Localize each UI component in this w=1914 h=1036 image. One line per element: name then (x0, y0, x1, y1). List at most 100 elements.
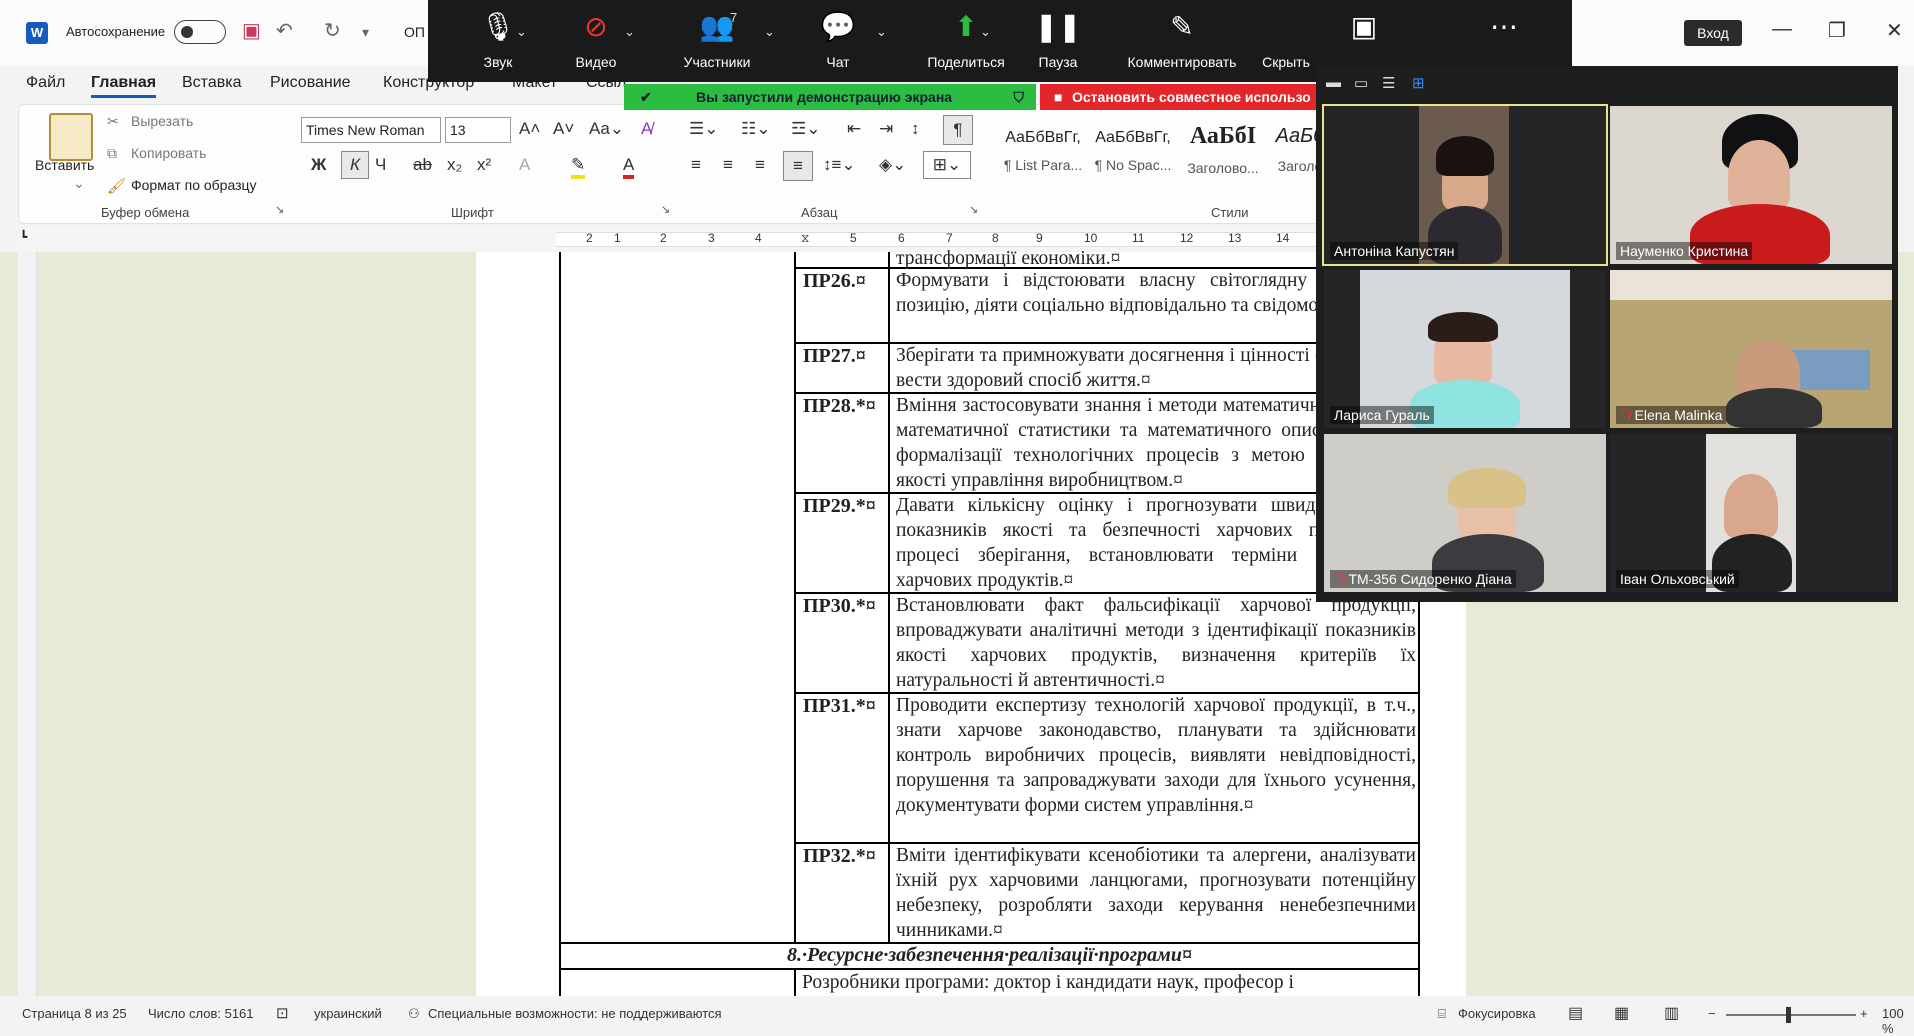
sort-icon[interactable]: ↕ (911, 119, 920, 139)
pause-share-button[interactable]: ❚❚ Пауза (1018, 8, 1098, 70)
change-case-icon[interactable]: Aa⌄ (589, 119, 624, 139)
strip-view-icon[interactable]: ☰ (1382, 74, 1395, 92)
underline-button[interactable]: Ч (375, 155, 386, 175)
zoom-out-icon[interactable]: − (1708, 1006, 1716, 1021)
line-spacing-icon[interactable]: ↕≡⌄ (823, 155, 856, 175)
clipboard-launcher-icon[interactable]: ↘ (275, 203, 284, 216)
decrease-indent-icon[interactable]: ⇤ (847, 119, 861, 139)
zoom-slider-thumb[interactable] (1786, 1007, 1791, 1023)
format-painter-icon[interactable]: 🖌 (107, 177, 126, 195)
indent-marker-icon[interactable]: ⧖ (801, 231, 809, 246)
format-painter-button[interactable]: Формат по образцу (131, 177, 257, 193)
paragraph-launcher-icon[interactable]: ↘ (969, 203, 978, 216)
show-marks-icon[interactable]: ¶ (943, 115, 973, 145)
focus-icon[interactable]: ⌸ (1438, 1006, 1446, 1022)
shrink-font-icon[interactable]: A˅ (553, 119, 574, 139)
font-launcher-icon[interactable]: ↘ (661, 203, 670, 216)
tab-file[interactable]: Файл (26, 74, 65, 92)
shading-icon[interactable]: ◈⌄ (879, 155, 906, 175)
zoom-slider[interactable] (1726, 1014, 1856, 1016)
video-options-icon[interactable]: ⌄ (624, 24, 635, 40)
numbering-icon[interactable]: ☷⌄ (741, 119, 770, 139)
participant-tile[interactable]: 🎙̸ ТМ-356 Сидоренко Діана (1324, 434, 1606, 592)
justify-icon[interactable]: ≡ (783, 151, 813, 181)
page-counter[interactable]: Страница 8 из 25 (22, 1006, 127, 1021)
font-name-combo[interactable]: Times New Roman (301, 117, 441, 143)
bold-button[interactable]: Ж (311, 155, 326, 175)
bullets-icon[interactable]: ☰⌄ (689, 119, 718, 139)
chat-options-icon[interactable]: ⌄ (876, 24, 887, 40)
italic-button[interactable]: К (341, 151, 369, 179)
document-table[interactable]: трансформації економіки.¤ ПР26.¤ Формува… (559, 248, 1420, 996)
chat-button[interactable]: 💬 Чат (798, 8, 878, 70)
stop-share-button[interactable]: ■ Остановить совместное использо (1040, 84, 1320, 110)
align-right-icon[interactable]: ≡ (755, 155, 765, 175)
print-layout-icon[interactable]: ▦ (1614, 1003, 1629, 1023)
word-count[interactable]: Число слов: 5161 (148, 1006, 254, 1021)
align-left-icon[interactable]: ≡ (691, 155, 701, 175)
close-icon[interactable]: ✕ (1886, 18, 1903, 43)
superscript-icon[interactable]: x² (477, 155, 491, 175)
subscript-icon[interactable]: x₂ (447, 155, 462, 175)
style-heading-1[interactable]: АаБбI Заголово... (1179, 115, 1267, 195)
strikethrough-icon[interactable]: ab (413, 155, 432, 175)
copy-icon[interactable]: ⧉ (107, 145, 117, 162)
zoom-level[interactable]: 100 % (1882, 1006, 1914, 1036)
minimize-icon[interactable]: — (1772, 18, 1792, 41)
tab-selector-icon[interactable]: ┗ (20, 230, 27, 244)
tab-insert[interactable]: Вставка (182, 74, 241, 92)
participant-tile[interactable]: Науменко Кристина (1610, 106, 1892, 264)
style-list-paragraph[interactable]: АаБбВвГг, ¶ List Para... (999, 115, 1087, 195)
cut-button[interactable]: Вырезать (131, 113, 193, 129)
read-mode-icon[interactable]: ▤ (1568, 1003, 1583, 1023)
share-options-icon[interactable]: ⌄ (980, 24, 991, 40)
multilevel-list-icon[interactable]: ☲⌄ (791, 119, 820, 139)
customize-toolbar-icon[interactable]: ▾ (362, 24, 369, 41)
participants-button[interactable]: 👥 Участники (662, 8, 772, 70)
login-button[interactable]: Вход (1684, 20, 1742, 46)
copy-button[interactable]: Копировать (131, 145, 206, 161)
focus-button[interactable]: Фокусировка (1458, 1006, 1536, 1021)
share-button[interactable]: ⬆ Поделиться (906, 8, 1026, 70)
paste-button[interactable]: Вставить (35, 157, 94, 173)
audio-options-icon[interactable]: ⌄ (516, 24, 527, 40)
proofing-icon[interactable]: ⊡ (276, 1004, 289, 1022)
speaker-view-icon[interactable]: ▭ (1354, 74, 1368, 92)
gallery-view-icon[interactable]: ⊞ (1412, 74, 1425, 92)
video-panel-button[interactable]: ▣ (1324, 8, 1404, 46)
paste-dropdown-icon[interactable]: ⌄ (73, 175, 85, 192)
paste-icon[interactable] (49, 113, 93, 161)
borders-icon[interactable]: ⊞⌄ (923, 151, 971, 179)
clear-formatting-icon[interactable]: A̸ (641, 119, 652, 139)
hide-video-panel-button[interactable]: · Скрыть (1256, 8, 1316, 70)
highlight-icon[interactable]: ✎ (571, 155, 586, 179)
tab-home[interactable]: Главная (91, 74, 157, 98)
style-no-spacing[interactable]: АаБбВвГг, ¶ No Spac... (1089, 115, 1177, 195)
text-effects-icon[interactable]: A (519, 155, 530, 175)
accessibility-icon[interactable]: ⚇ (408, 1006, 420, 1022)
grow-font-icon[interactable]: A˄ (519, 119, 540, 139)
web-layout-icon[interactable]: ▥ (1664, 1003, 1679, 1023)
zoom-in-icon[interactable]: + (1860, 1006, 1868, 1021)
annotate-button[interactable]: ✎ Комментировать (1118, 8, 1246, 70)
font-color-icon[interactable]: A (623, 155, 635, 179)
undo-icon[interactable]: ↶ (276, 18, 293, 43)
increase-indent-icon[interactable]: ⇥ (879, 119, 893, 139)
align-center-icon[interactable]: ≡ (723, 155, 733, 175)
tab-draw[interactable]: Рисование (270, 74, 351, 92)
participant-tile[interactable]: 🎙̸ Elena Malinka (1610, 270, 1892, 428)
participant-tile[interactable]: Антоніна Капустян (1322, 104, 1608, 266)
participants-options-icon[interactable]: ⌄ (764, 24, 775, 40)
language-indicator[interactable]: украинский (314, 1006, 382, 1021)
redo-icon[interactable]: ↻ (324, 18, 341, 43)
cut-icon[interactable]: ✂ (107, 113, 119, 130)
save-icon[interactable]: ▣ (242, 18, 261, 43)
participant-tile[interactable]: Іван Ольховський (1610, 434, 1892, 592)
restore-icon[interactable]: ❐ (1828, 18, 1846, 43)
font-size-combo[interactable]: 13 (445, 117, 511, 143)
participant-tile[interactable]: Лариса Гураль (1324, 270, 1606, 428)
autosave-toggle[interactable] (174, 20, 226, 44)
minimize-gallery-icon[interactable]: ▬ (1326, 74, 1341, 91)
accessibility-status[interactable]: Специальные возможности: не поддерживают… (428, 1006, 722, 1021)
more-button[interactable]: ⋯ (1464, 8, 1544, 46)
